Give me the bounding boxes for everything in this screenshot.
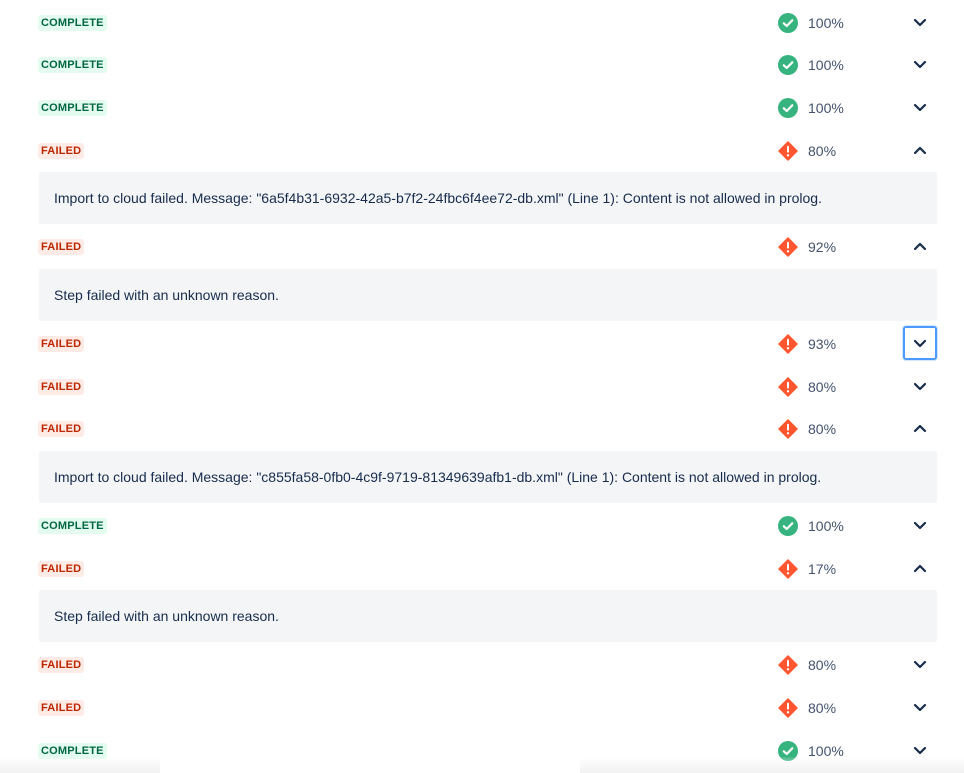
scroll-fade <box>0 757 964 773</box>
check-circle-icon <box>778 13 798 33</box>
error-diamond-icon <box>778 141 798 161</box>
progress-percent: 100% <box>808 100 844 116</box>
error-diamond-icon <box>778 559 798 579</box>
chevron-down-icon <box>912 378 928 394</box>
status-badge: FAILED <box>38 421 85 437</box>
error-diamond-icon <box>778 377 798 397</box>
status-badge: FAILED <box>38 379 85 395</box>
chevron-up-icon <box>912 420 928 436</box>
status-badge: FAILED <box>38 700 85 716</box>
failure-message: Step failed with an unknown reason. <box>39 269 937 321</box>
status-badge: FAILED <box>38 143 85 159</box>
failure-message: Step failed with an unknown reason. <box>39 590 937 642</box>
error-diamond-icon <box>778 698 798 718</box>
check-circle-icon <box>778 516 798 536</box>
chevron-down-icon <box>912 656 928 672</box>
step-results-list: COMPLETE 100% COMPLETE 100% COMPLETE 100% FAIL… <box>0 0 964 773</box>
error-diamond-icon <box>778 419 798 439</box>
collapse-button[interactable] <box>903 133 937 167</box>
chevron-down-icon <box>912 335 928 351</box>
progress-percent: 17% <box>808 561 837 577</box>
failure-message: Import to cloud failed. Message: "c855fa… <box>39 451 937 503</box>
chevron-down-icon <box>912 56 928 72</box>
chevron-up-icon <box>912 142 928 158</box>
failure-message: Import to cloud failed. Message: "6a5f4b… <box>39 172 937 224</box>
chevron-down-icon <box>912 742 928 758</box>
status-badge: COMPLETE <box>38 57 107 73</box>
status-badge: FAILED <box>38 657 85 673</box>
progress-percent: 80% <box>808 700 837 716</box>
progress-percent: 100% <box>808 57 844 73</box>
expand-button[interactable] <box>903 47 937 81</box>
expand-button[interactable] <box>903 90 937 124</box>
expand-button[interactable] <box>903 369 937 403</box>
status-badge: FAILED <box>38 336 85 352</box>
error-diamond-icon <box>778 655 798 675</box>
status-badge: COMPLETE <box>38 743 107 759</box>
progress-percent: 92% <box>808 239 837 255</box>
expand-button[interactable] <box>903 508 937 542</box>
status-badge: FAILED <box>38 239 85 255</box>
expand-button[interactable] <box>903 647 937 681</box>
chevron-down-icon <box>912 699 928 715</box>
progress-percent: 100% <box>808 743 844 759</box>
status-badge: FAILED <box>38 561 85 577</box>
progress-percent: 100% <box>808 15 844 31</box>
progress-percent: 93% <box>808 336 837 352</box>
progress-percent: 100% <box>808 518 844 534</box>
expand-button[interactable] <box>903 5 937 39</box>
expand-button[interactable] <box>903 326 937 360</box>
status-badge: COMPLETE <box>38 15 107 31</box>
collapse-button[interactable] <box>903 411 937 445</box>
check-circle-icon <box>778 741 798 761</box>
progress-percent: 80% <box>808 379 837 395</box>
status-badge: COMPLETE <box>38 518 107 534</box>
expand-button[interactable] <box>903 733 937 767</box>
check-circle-icon <box>778 55 798 75</box>
progress-percent: 80% <box>808 657 837 673</box>
chevron-down-icon <box>912 14 928 30</box>
progress-percent: 80% <box>808 421 837 437</box>
chevron-down-icon <box>912 517 928 533</box>
status-badge: COMPLETE <box>38 100 107 116</box>
collapse-button[interactable] <box>903 229 937 263</box>
scroll-fade-segment <box>160 757 580 773</box>
progress-percent: 80% <box>808 143 837 159</box>
chevron-down-icon <box>912 99 928 115</box>
error-diamond-icon <box>778 334 798 354</box>
check-circle-icon <box>778 98 798 118</box>
expand-button[interactable] <box>903 690 937 724</box>
chevron-up-icon <box>912 238 928 254</box>
error-diamond-icon <box>778 237 798 257</box>
chevron-up-icon <box>912 560 928 576</box>
collapse-button[interactable] <box>903 551 937 585</box>
